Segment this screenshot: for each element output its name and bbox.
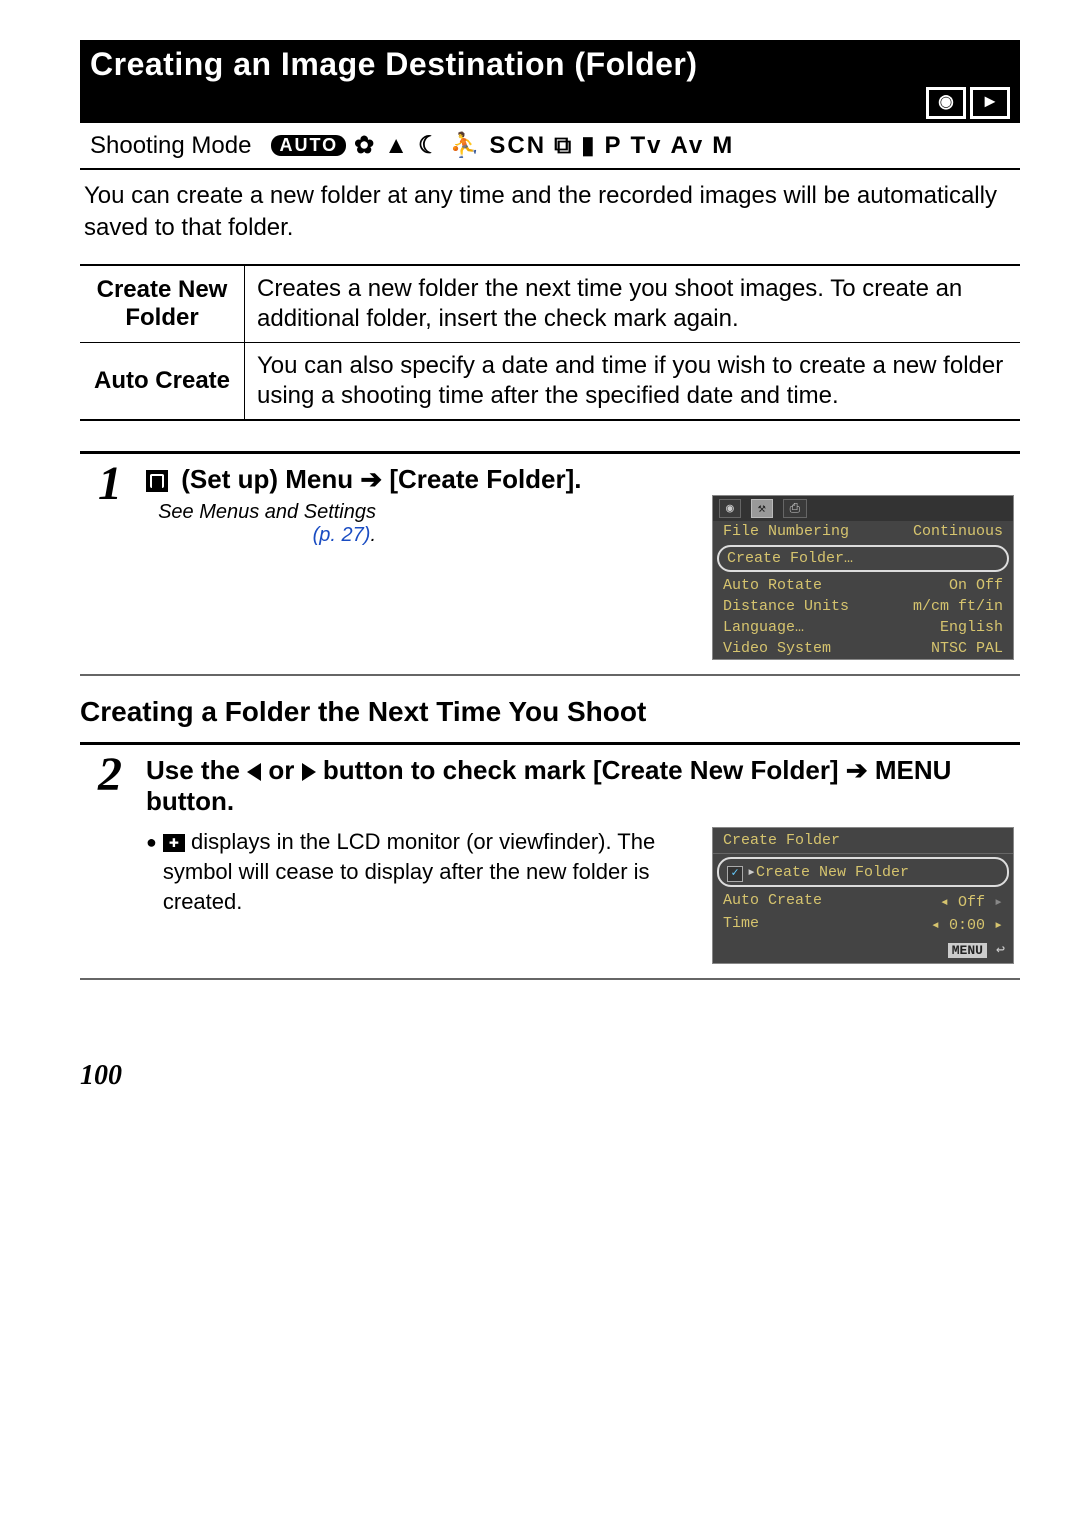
playback-icon: ► bbox=[970, 87, 1010, 119]
lcd-menu-back: MENU ↩ bbox=[713, 936, 1013, 963]
mode-landscape-icon: ▲ bbox=[384, 132, 410, 160]
step-number: 1 bbox=[80, 454, 140, 674]
lcd-tab-camera-icon: ◉ bbox=[719, 499, 741, 518]
lcd-selected-row: Create Folder… bbox=[717, 545, 1009, 572]
intro-text: You can create a new folder at any time … bbox=[84, 180, 1016, 244]
left-button-icon bbox=[247, 763, 261, 781]
return-icon: ↩ bbox=[996, 942, 1005, 959]
page-ref-link[interactable]: (p. 27) bbox=[313, 524, 371, 546]
lcd-row: File NumberingContinuous bbox=[713, 521, 1013, 542]
see-reference: See Menus and Settings (p. 27). bbox=[146, 501, 696, 547]
arrow-right-icon: ➔ bbox=[360, 464, 382, 495]
shooting-mode-label: Shooting Mode bbox=[90, 132, 251, 160]
mode-auto-icon: AUTO bbox=[271, 135, 346, 156]
lcd-row: Auto Create◂ Off ▸ bbox=[713, 890, 1013, 913]
def-label: Auto Create bbox=[80, 343, 245, 421]
def-desc: You can also specify a date and time if … bbox=[245, 343, 1021, 421]
mode-movie-icon: ▮ bbox=[581, 131, 596, 160]
mode-stitch-icon: ⧉ bbox=[554, 132, 573, 160]
arrow-right-icon: ➔ bbox=[846, 755, 868, 786]
step-text-b: [Create Folder]. bbox=[389, 464, 581, 494]
mode-portrait-icon: ✿ bbox=[354, 131, 376, 160]
lcd-title: Create Folder bbox=[713, 828, 1013, 854]
table-row: Auto Create You can also specify a date … bbox=[80, 343, 1020, 421]
folder-new-icon: ✚ bbox=[163, 834, 185, 852]
mode-m-icon: M bbox=[712, 132, 734, 160]
bullet-dot-icon: ● bbox=[146, 827, 157, 917]
def-label: Create New Folder bbox=[80, 265, 245, 343]
step-heading: (Set up) Menu ➔ [Create Folder]. bbox=[146, 464, 1014, 495]
step-heading: Use the or button to check mark [Create … bbox=[146, 755, 1014, 817]
page-number: 100 bbox=[80, 1060, 1020, 1092]
step-2: 2 Use the or button to check mark [Creat… bbox=[80, 742, 1020, 980]
step-text-a: (Set up) Menu bbox=[181, 464, 353, 494]
right-button-icon bbox=[302, 763, 316, 781]
lcd-row: Language…English bbox=[713, 617, 1013, 638]
bullet-item: ● ✚ displays in the LCD monitor (or view… bbox=[146, 827, 696, 917]
shooting-mode-icons: AUTO ✿ ▲ ☾ ⛹ SCN ⧉ ▮ P Tv Av M bbox=[271, 131, 734, 160]
lcd-row: Time◂ 0:00 ▸ bbox=[713, 913, 1013, 936]
mode-scn-icon: SCN bbox=[489, 132, 546, 160]
mode-av-icon: Av bbox=[670, 132, 704, 160]
section-title: Creating an Image Destination (Folder) bbox=[90, 46, 1010, 83]
lcd-row: Video SystemNTSC PAL bbox=[713, 638, 1013, 659]
lcd-selected-row: ✓▸Create New Folder bbox=[717, 857, 1009, 887]
lcd-tab-bar: ◉ ⚒ ⎙ bbox=[713, 496, 1013, 521]
title-mode-icons: ◉► bbox=[90, 87, 1010, 119]
menu-button-label: MENU bbox=[948, 943, 987, 958]
section-title-block: Creating an Image Destination (Folder) ◉… bbox=[80, 40, 1020, 123]
bullet-text: displays in the LCD monitor (or viewfind… bbox=[163, 829, 655, 914]
lcd-row: Distance Unitsm/cm ft/in bbox=[713, 596, 1013, 617]
step-number: 2 bbox=[80, 745, 140, 978]
lcd-tab-print-icon: ⎙ bbox=[783, 499, 807, 518]
lcd-row: Auto RotateOn Off bbox=[713, 575, 1013, 596]
lcd-screenshot-1: ◉ ⚒ ⎙ File NumberingContinuous Create Fo… bbox=[712, 495, 1014, 660]
lcd-screenshot-2: Create Folder ✓▸Create New Folder Auto C… bbox=[712, 827, 1014, 964]
camera-icon: ◉ bbox=[926, 87, 966, 119]
mode-p-icon: P bbox=[604, 132, 622, 160]
lcd-tab-tools-icon: ⚒ bbox=[751, 499, 773, 518]
mode-tv-icon: Tv bbox=[630, 132, 662, 160]
mode-kids-icon: ⛹ bbox=[450, 131, 482, 160]
checkbox-icon: ✓ bbox=[727, 866, 743, 882]
setup-icon bbox=[146, 470, 168, 492]
def-desc: Creates a new folder the next time you s… bbox=[245, 265, 1021, 343]
table-row: Create New Folder Creates a new folder t… bbox=[80, 265, 1020, 343]
shooting-mode-bar: Shooting Mode AUTO ✿ ▲ ☾ ⛹ SCN ⧉ ▮ P Tv … bbox=[80, 123, 1020, 170]
step-1: 1 (Set up) Menu ➔ [Create Folder]. See M… bbox=[80, 451, 1020, 676]
subsection-heading: Creating a Folder the Next Time You Shoo… bbox=[80, 696, 1020, 728]
definitions-table: Create New Folder Creates a new folder t… bbox=[80, 264, 1020, 421]
mode-night-icon: ☾ bbox=[418, 131, 442, 160]
